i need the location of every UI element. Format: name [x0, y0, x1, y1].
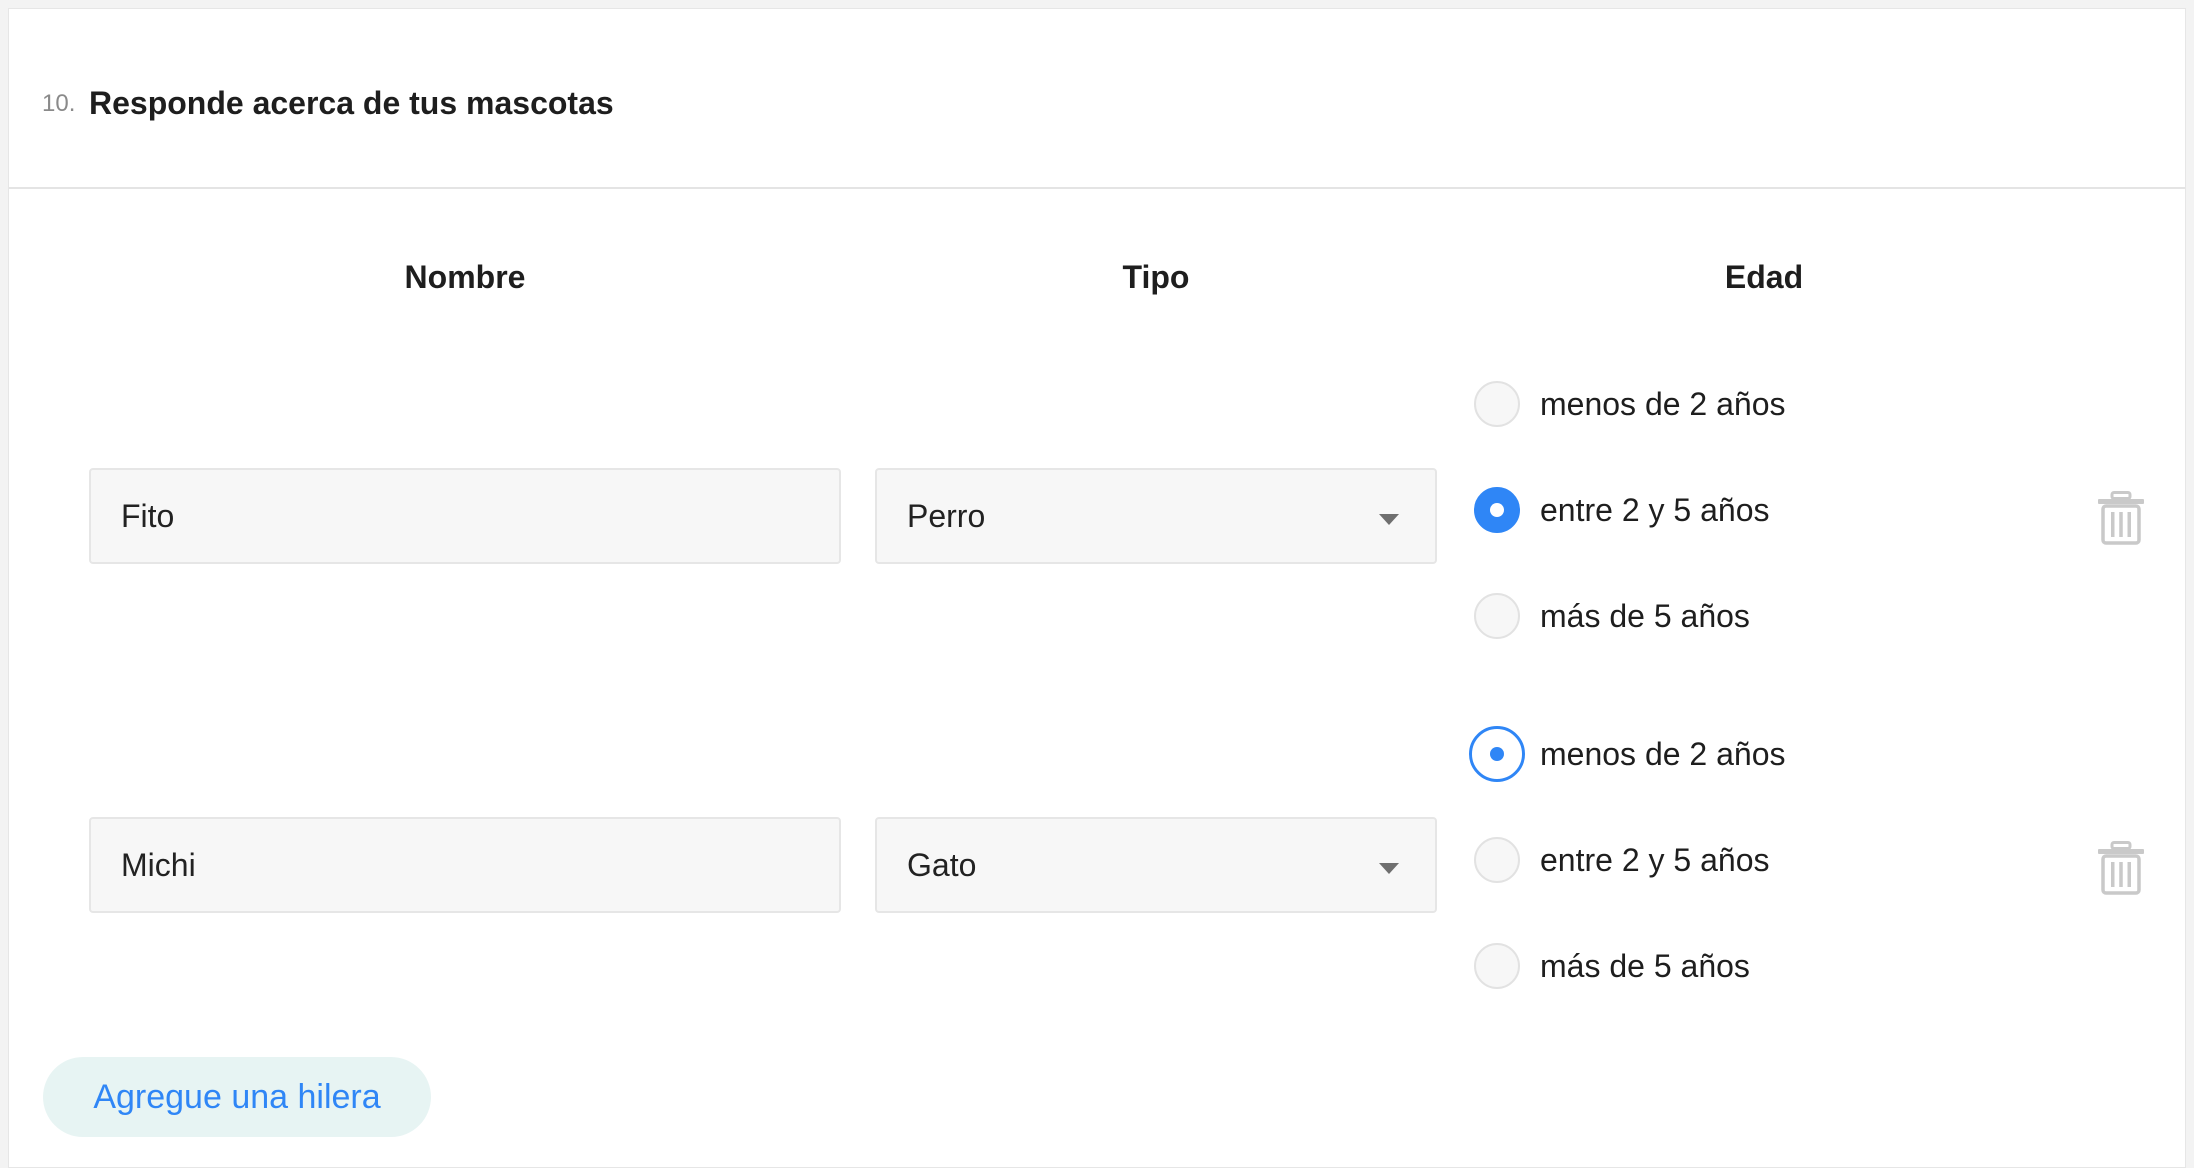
edad-option[interactable]: entre 2 y 5 años [1474, 485, 1769, 535]
question-card: 10. Responde acerca de tus mascotas Nomb… [8, 8, 2186, 1168]
trash-icon[interactable] [2096, 841, 2146, 895]
question-header: 10. Responde acerca de tus mascotas [9, 9, 2185, 189]
question-number: 10. [42, 90, 76, 117]
edad-option[interactable]: menos de 2 años [1474, 379, 1786, 429]
edad-option[interactable]: menos de 2 años [1469, 726, 1786, 782]
radio-button-checked[interactable] [1474, 487, 1520, 533]
nombre-input[interactable] [89, 817, 841, 913]
edad-option-label: menos de 2 años [1540, 735, 1786, 772]
column-header-tipo: Tipo [1122, 259, 1190, 295]
question-title: Responde acerca de tus mascotas [89, 85, 614, 121]
add-row-button[interactable]: Agregue una hilera [43, 1057, 431, 1137]
tipo-select-value: Perro [907, 497, 986, 534]
edad-option[interactable]: entre 2 y 5 años [1474, 835, 1769, 885]
radio-button[interactable] [1474, 381, 1520, 427]
radio-button[interactable] [1474, 943, 1520, 989]
edad-option-label: más de 5 años [1540, 947, 1750, 984]
edad-option-label: menos de 2 años [1540, 385, 1786, 422]
edad-option[interactable]: más de 5 años [1474, 591, 1750, 641]
column-header-edad: Edad [1724, 259, 1804, 295]
edad-option-label: entre 2 y 5 años [1540, 491, 1770, 528]
radio-button[interactable] [1474, 593, 1520, 639]
edad-option-label: más de 5 años [1540, 597, 1750, 634]
tipo-select[interactable]: Perro [875, 468, 1437, 564]
radio-button-checked[interactable] [1469, 726, 1525, 782]
edad-option-label: entre 2 y 5 años [1540, 841, 1770, 878]
caret-down-icon [1379, 863, 1399, 874]
radio-button[interactable] [1474, 837, 1520, 883]
column-header-nombre: Nombre [404, 259, 526, 295]
nombre-input[interactable] [89, 468, 841, 564]
tipo-select[interactable]: Gato [875, 817, 1437, 913]
caret-down-icon [1379, 514, 1399, 525]
trash-icon[interactable] [2096, 491, 2146, 545]
tipo-select-value: Gato [907, 846, 977, 883]
edad-option[interactable]: más de 5 años [1474, 941, 1750, 991]
